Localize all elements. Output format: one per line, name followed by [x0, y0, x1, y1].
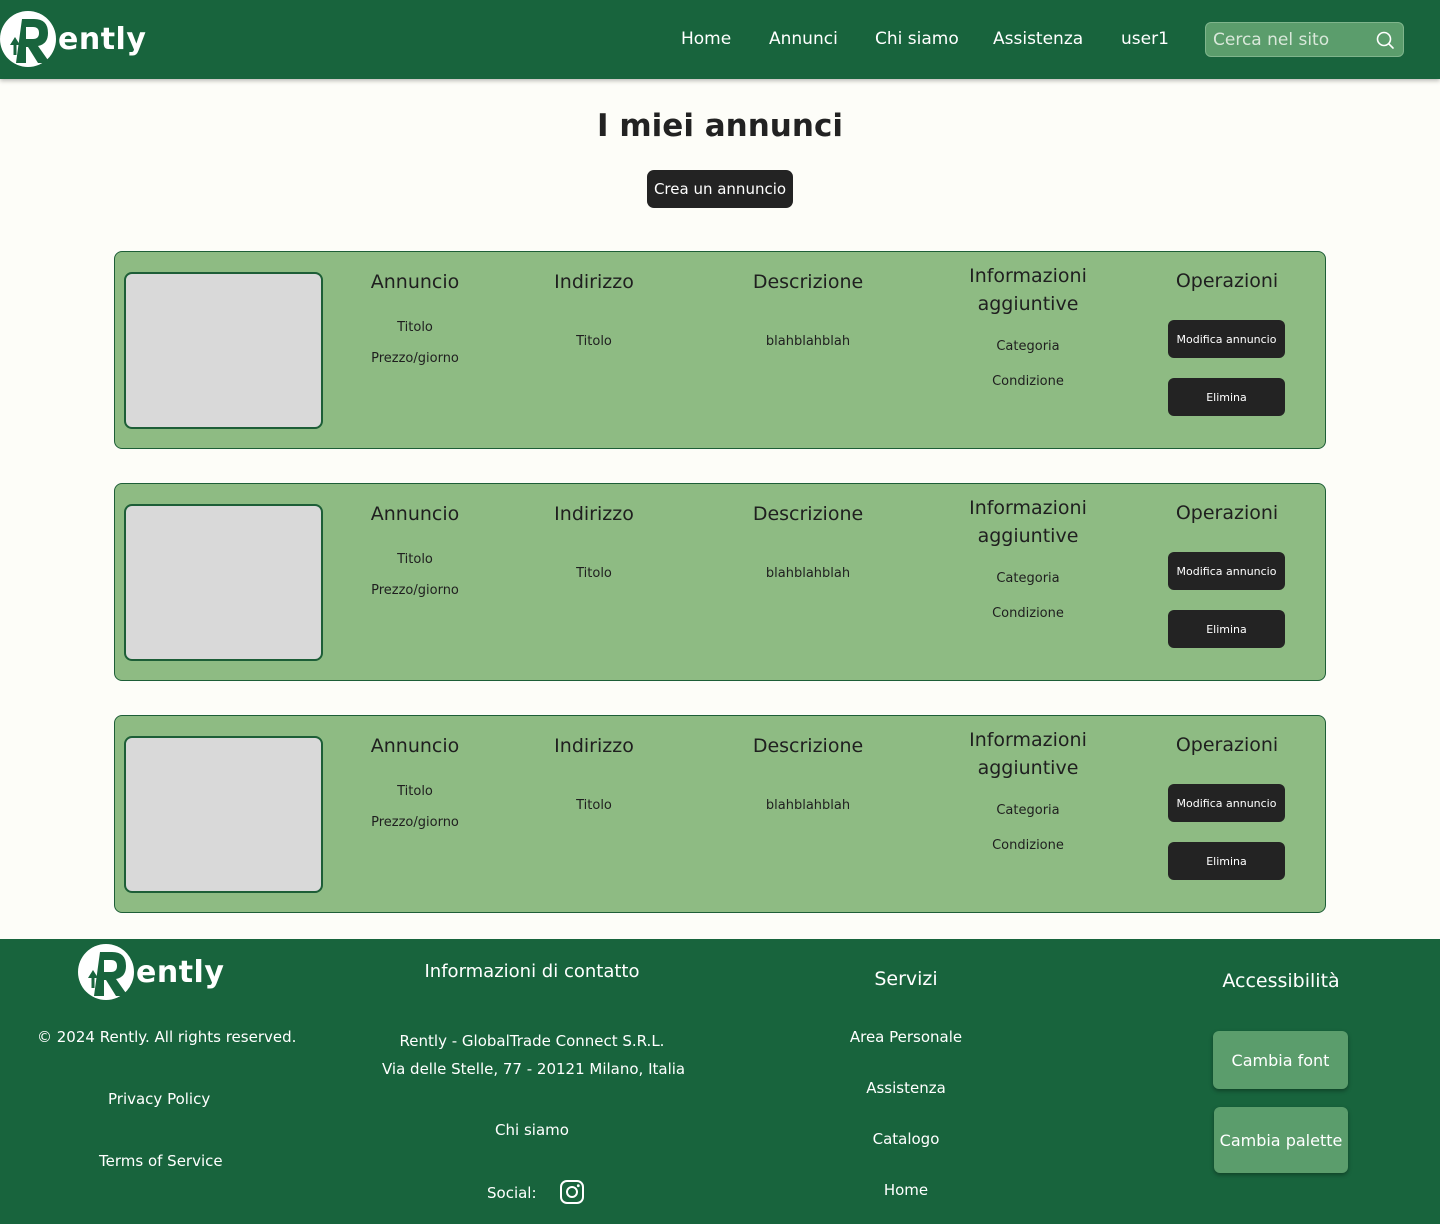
create-listing-button[interactable]: Crea un annuncio	[647, 170, 793, 208]
terms-of-service-link[interactable]: Terms of Service	[99, 1152, 223, 1170]
column-header-aggiuntive: aggiuntive	[977, 525, 1079, 547]
column-descrizione: Descrizione blahblahblah	[718, 500, 898, 620]
column-header-annuncio: Annuncio	[370, 735, 460, 757]
logo-badge-icon	[0, 11, 56, 67]
edit-listing-button[interactable]: Modifica annuncio	[1168, 784, 1285, 822]
column-informazioni: Informazioni aggiuntive Categoria Condiz…	[943, 262, 1113, 412]
copyright-text: © 2024 Rently. All rights reserved.	[37, 1028, 297, 1046]
delete-listing-button[interactable]: Elimina	[1168, 842, 1285, 880]
company-address: Via delle Stelle, 77 - 20121 Milano, Ita…	[382, 1060, 686, 1078]
column-header-indirizzo: Indirizzo	[554, 271, 634, 293]
column-header-indirizzo: Indirizzo	[554, 735, 634, 757]
column-header-aggiuntive: aggiuntive	[977, 293, 1079, 315]
listing-address: Titolo	[576, 566, 612, 581]
column-annuncio: Annuncio Titolo Prezzo/giorno	[340, 500, 490, 620]
service-area-personale[interactable]: Area Personale	[806, 1028, 1006, 1046]
listing-description: blahblahblah	[765, 798, 851, 813]
search-box	[1205, 22, 1404, 57]
edit-listing-button[interactable]: Modifica annuncio	[1168, 320, 1285, 358]
listing-title: Titolo	[397, 320, 433, 335]
listing-category: Categoria	[996, 339, 1060, 354]
listing-price: Prezzo/giorno	[371, 583, 459, 598]
privacy-policy-link[interactable]: Privacy Policy	[108, 1090, 210, 1108]
column-header-descrizione: Descrizione	[752, 735, 864, 757]
column-header-informazioni: Informazioni	[969, 265, 1087, 287]
listing-description: blahblahblah	[765, 566, 851, 581]
listing-condition: Condizione	[992, 606, 1064, 621]
logo-text: ently	[58, 21, 147, 57]
listing-title: Titolo	[397, 552, 433, 567]
column-informazioni: Informazioni aggiuntive Categoria Condiz…	[943, 726, 1113, 876]
delete-listing-button[interactable]: Elimina	[1168, 378, 1285, 416]
listing-address: Titolo	[576, 334, 612, 349]
column-header-aggiuntive: aggiuntive	[977, 757, 1079, 779]
nav-chi-siamo[interactable]: Chi siamo	[875, 29, 959, 49]
site-header: ently Home Annunci Chi siamo Assistenza …	[0, 0, 1440, 79]
nav-user[interactable]: user1	[1121, 29, 1169, 49]
column-header-annuncio: Annuncio	[370, 503, 460, 525]
listing-price: Prezzo/giorno	[371, 351, 459, 366]
search-input[interactable]	[1213, 27, 1373, 53]
listing-description: blahblahblah	[765, 334, 851, 349]
services-title: Servizi	[874, 968, 938, 990]
nav-annunci[interactable]: Annunci	[769, 29, 838, 49]
footer-logo-text: ently	[136, 954, 225, 990]
column-operazioni: Operazioni	[1152, 499, 1302, 527]
footer-logo[interactable]: ently	[78, 944, 224, 1000]
search-icon[interactable]	[1375, 30, 1395, 50]
nav-home[interactable]: Home	[681, 29, 731, 49]
instagram-icon[interactable]	[559, 1179, 585, 1205]
delete-listing-button[interactable]: Elimina	[1168, 610, 1285, 648]
accessibility-title: Accessibilità	[1222, 970, 1340, 992]
column-header-indirizzo: Indirizzo	[554, 503, 634, 525]
listing-condition: Condizione	[992, 374, 1064, 389]
column-indirizzo: Indirizzo Titolo	[519, 732, 669, 852]
company-name: Rently - GlobalTrade Connect S.R.L.	[399, 1032, 665, 1050]
column-operazioni: Operazioni	[1152, 731, 1302, 759]
column-descrizione: Descrizione blahblahblah	[718, 268, 898, 388]
footer-logo-badge-icon	[78, 944, 134, 1000]
listing-category: Categoria	[996, 803, 1060, 818]
listing-image-placeholder	[124, 272, 323, 429]
column-annuncio: Annuncio Titolo Prezzo/giorno	[340, 268, 490, 388]
change-palette-button[interactable]: Cambia palette	[1214, 1107, 1348, 1173]
edit-listing-button[interactable]: Modifica annuncio	[1168, 552, 1285, 590]
service-catalogo[interactable]: Catalogo	[806, 1130, 1006, 1148]
change-font-button[interactable]: Cambia font	[1213, 1031, 1348, 1089]
service-assistenza[interactable]: Assistenza	[806, 1079, 1006, 1097]
site-footer: ently © 2024 Rently. All rights reserved…	[0, 939, 1440, 1224]
listing-condition: Condizione	[992, 838, 1064, 853]
listing-image-placeholder	[124, 504, 323, 661]
nav-assistenza[interactable]: Assistenza	[993, 29, 1083, 49]
column-informazioni: Informazioni aggiuntive Categoria Condiz…	[943, 494, 1113, 644]
listing-card: Annuncio Titolo Prezzo/giorno Indirizzo …	[114, 715, 1326, 913]
column-operazioni: Operazioni	[1152, 267, 1302, 295]
column-header-operazioni: Operazioni	[1175, 270, 1279, 292]
listing-image-placeholder	[124, 736, 323, 893]
listing-price: Prezzo/giorno	[371, 815, 459, 830]
column-header-operazioni: Operazioni	[1175, 734, 1279, 756]
listing-address: Titolo	[576, 798, 612, 813]
contact-title: Informazioni di contatto	[424, 961, 640, 982]
column-header-descrizione: Descrizione	[752, 271, 864, 293]
page-title: I miei annunci	[597, 108, 843, 144]
footer-chi-siamo-link[interactable]: Chi siamo	[382, 1121, 682, 1139]
column-header-operazioni: Operazioni	[1175, 502, 1279, 524]
column-header-annuncio: Annuncio	[370, 271, 460, 293]
site-logo[interactable]: ently	[0, 11, 146, 67]
social-label: Social:	[487, 1184, 537, 1202]
column-header-descrizione: Descrizione	[752, 503, 864, 525]
column-indirizzo: Indirizzo Titolo	[519, 500, 669, 620]
column-annuncio: Annuncio Titolo Prezzo/giorno	[340, 732, 490, 852]
listing-card: Annuncio Titolo Prezzo/giorno Indirizzo …	[114, 251, 1326, 449]
listing-title: Titolo	[397, 784, 433, 799]
listing-category: Categoria	[996, 571, 1060, 586]
listing-card: Annuncio Titolo Prezzo/giorno Indirizzo …	[114, 483, 1326, 681]
column-indirizzo: Indirizzo Titolo	[519, 268, 669, 388]
column-header-informazioni: Informazioni	[969, 729, 1087, 751]
service-home[interactable]: Home	[806, 1181, 1006, 1199]
column-descrizione: Descrizione blahblahblah	[718, 732, 898, 852]
column-header-informazioni: Informazioni	[969, 497, 1087, 519]
